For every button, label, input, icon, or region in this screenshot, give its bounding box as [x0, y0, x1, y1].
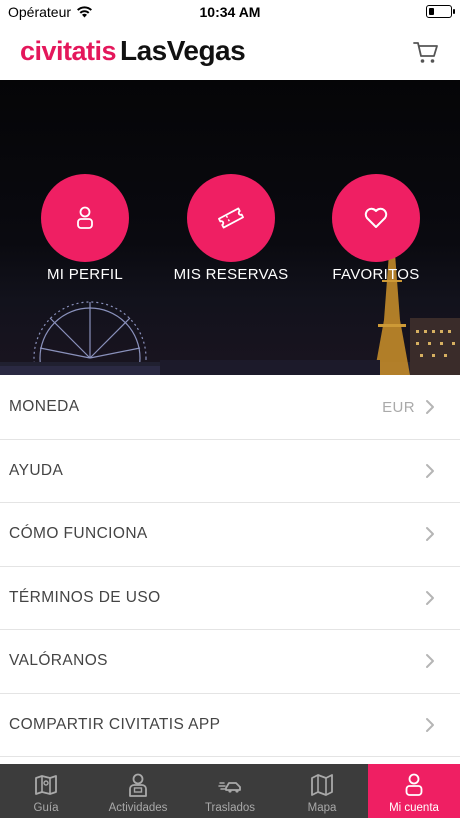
menu-item-share-app[interactable]: COMPARTIR CIVITATIS APP: [0, 694, 460, 757]
chevron-right-icon: [426, 463, 434, 478]
my-profile-button[interactable]: [41, 174, 129, 262]
my-bookings-label: MIS RESERVAS: [173, 266, 289, 283]
currency-value: EUR: [382, 398, 415, 416]
chevron-right-icon: [426, 527, 434, 542]
chevron-right-icon: [426, 654, 434, 669]
map-icon: [311, 774, 333, 796]
heart-icon: [364, 207, 388, 228]
menu-item-terms[interactable]: TÉRMINOS DE USO: [0, 567, 460, 630]
hero-banner: MI PERFIL MIS RESERVAS FAVORITOS: [0, 80, 460, 375]
menu-item-label: TÉRMINOS DE USO: [9, 588, 161, 606]
city-title: LasVegas: [120, 35, 246, 66]
menu-item-label: VALÓRANOS: [9, 652, 108, 670]
settings-menu: MONEDA EUR AYUDA CÓMO FUNCIONA TÉRMINOS …: [0, 376, 460, 757]
menu-item-label: MONEDA: [9, 398, 80, 416]
tab-label: Mi cuenta: [389, 802, 439, 814]
menu-item-label: CÓMO FUNCIONA: [9, 525, 148, 543]
battery-icon: [426, 5, 455, 18]
tab-label: Traslados: [204, 802, 256, 814]
tab-activities[interactable]: Actividades: [92, 764, 184, 818]
bottom-tab-bar: Guía Actividades Traslados Mapa Mi cuent…: [0, 764, 460, 818]
guide-person-icon: [129, 773, 147, 797]
cart-icon[interactable]: [412, 38, 440, 66]
menu-item-how-it-works[interactable]: CÓMO FUNCIONA: [0, 503, 460, 567]
app-header: civitatis LasVegas: [0, 24, 460, 80]
tab-my-account[interactable]: Mi cuenta: [368, 764, 460, 818]
chevron-right-icon: [426, 717, 434, 732]
tab-label: Mapa: [307, 802, 337, 814]
status-time: 10:34 AM: [199, 4, 261, 20]
ticket-icon: [218, 207, 244, 229]
tab-label: Actividades: [108, 802, 168, 814]
tab-guide[interactable]: Guía: [0, 764, 92, 818]
brand-logo[interactable]: civitatis: [20, 36, 117, 67]
tab-transfers[interactable]: Traslados: [184, 764, 276, 818]
favorites-button[interactable]: [332, 174, 420, 262]
menu-item-label: AYUDA: [9, 461, 64, 479]
transfer-car-icon: [218, 782, 241, 793]
map-book-icon: [35, 775, 57, 795]
favorites-label: FAVORITOS: [332, 266, 420, 283]
tab-map[interactable]: Mapa: [276, 764, 368, 818]
menu-item-label: COMPARTIR CIVITATIS APP: [9, 715, 221, 733]
account-icon: [405, 773, 423, 796]
tab-label: Guía: [33, 802, 59, 814]
menu-item-currency[interactable]: MONEDA EUR: [0, 376, 460, 440]
status-bar: Opérateur 10:34 AM: [0, 0, 460, 24]
chevron-right-icon: [426, 590, 434, 605]
my-bookings-button[interactable]: [187, 174, 275, 262]
my-profile-label: MI PERFIL: [46, 266, 124, 283]
chevron-right-icon: [426, 400, 434, 415]
menu-item-help[interactable]: AYUDA: [0, 440, 460, 503]
person-icon: [77, 206, 93, 229]
menu-item-rate-us[interactable]: VALÓRANOS: [0, 630, 460, 694]
